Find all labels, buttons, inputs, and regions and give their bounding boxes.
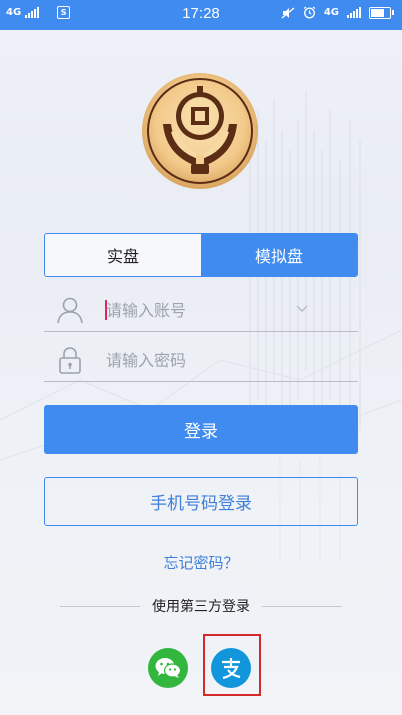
third-party-label: 使用第三方登录 [152,599,250,615]
status-right: 4G [281,6,394,19]
coin-hands-logo-icon [142,73,258,189]
third-party-divider: 使用第三方登录 [60,596,342,616]
account-field [44,288,358,332]
account-input[interactable] [106,294,326,326]
network-label-right: 4G [323,7,339,18]
login-button[interactable]: 登录 [44,405,358,454]
alipay-highlight-box [203,634,261,696]
password-field [44,338,358,382]
lock-icon [59,347,81,374]
divider-line-left [60,605,140,607]
mute-icon [281,6,295,19]
wechat-icon [155,658,182,678]
tab-simulated-trading[interactable]: 模拟盘 [201,234,357,276]
user-icon [57,297,83,324]
battery-icon [369,6,394,19]
wechat-login-button[interactable] [148,648,188,688]
divider-line-right [262,605,342,607]
tab-real-trading[interactable]: 实盘 [45,234,201,276]
chevron-down-icon[interactable] [296,305,308,313]
status-bar: 4G S 17:28 4G [0,0,402,30]
signal-icon [347,7,361,18]
forgot-password-link[interactable]: 忘记密码？ [0,552,402,573]
phone-login-button[interactable]: 手机号码登录 [44,477,358,526]
trading-mode-tabs: 实盘 模拟盘 [44,233,358,277]
alarm-icon [303,6,316,19]
password-input[interactable] [106,344,326,376]
